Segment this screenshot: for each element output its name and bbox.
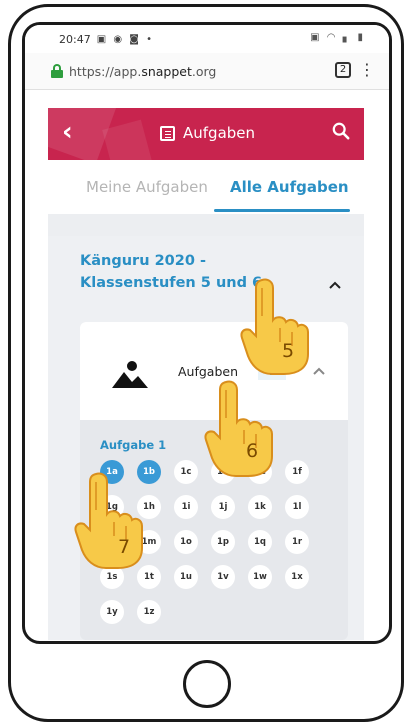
subtask-pill-1k[interactable]: 1k <box>248 495 272 519</box>
search-icon[interactable] <box>332 122 350 140</box>
tab-bar: Meine Aufgaben Alle Aufgaben <box>48 160 364 215</box>
url-text[interactable]: https://app.snappet.org <box>69 64 216 79</box>
chevron-up-icon[interactable] <box>328 278 342 292</box>
hint-number-6: 6 <box>246 440 259 462</box>
subtask-pill-1p[interactable]: 1p <box>211 530 235 554</box>
hand-pointer-icon <box>204 380 273 477</box>
subtask-pill-1x[interactable]: 1x <box>285 565 309 589</box>
lock-icon <box>51 64 63 78</box>
subtask-pill-1u[interactable]: 1u <box>174 565 198 589</box>
subtask-pill-1j[interactable]: 1j <box>211 495 235 519</box>
hand-pointer-icon <box>74 472 143 569</box>
subtask-pill-1z[interactable]: 1z <box>137 600 161 624</box>
url-suffix: .org <box>191 63 217 79</box>
notification-icons: ▣ ◉ ◙ • <box>96 33 155 45</box>
subtask-pill-1w[interactable]: 1w <box>248 565 272 589</box>
signal-battery-icons: ▣ ◠ ▖ ▮ <box>310 32 365 43</box>
hint-number-5: 5 <box>282 340 295 362</box>
subtask-pill-1y[interactable]: 1y <box>100 600 124 624</box>
app-header: ‹ Aufgaben <box>48 108 364 160</box>
subtask-pill-1v[interactable]: 1v <box>211 565 235 589</box>
image-icon <box>112 361 148 388</box>
hint-number-7: 7 <box>118 536 131 558</box>
header-title-group: Aufgaben <box>160 124 255 142</box>
header-title: Aufgaben <box>183 124 256 142</box>
active-tab-indicator <box>214 209 350 212</box>
subtask-pill-1q[interactable]: 1q <box>248 530 272 554</box>
tab-count-button[interactable]: 2 <box>335 62 351 78</box>
chevron-up-icon[interactable] <box>312 364 326 378</box>
subtask-pill-1c[interactable]: 1c <box>174 460 198 484</box>
subtask-pill-1o[interactable]: 1o <box>174 530 198 554</box>
overflow-menu-icon[interactable]: ⋮ <box>359 61 375 79</box>
assignment-label: Aufgaben <box>178 364 239 379</box>
subtask-pill-1f[interactable]: 1f <box>285 460 309 484</box>
subtask-pill-1l[interactable]: 1l <box>285 495 309 519</box>
address-bar[interactable]: https://app.snappet.org 2 ⋮ <box>25 53 389 90</box>
subtask-pill-1r[interactable]: 1r <box>285 530 309 554</box>
tab-my-tasks[interactable]: Meine Aufgaben <box>86 178 208 196</box>
status-time: 20:47 <box>59 32 91 46</box>
tab-all-tasks[interactable]: Alle Aufgaben <box>230 178 349 196</box>
task-title: Aufgabe 1 <box>100 438 167 452</box>
hand-pointer-icon <box>240 278 309 375</box>
subtask-pill-1i[interactable]: 1i <box>174 495 198 519</box>
status-bar: 20:47 ▣ ◉ ◙ • ▣ ◠ ▖ ▮ <box>25 25 389 53</box>
home-button[interactable] <box>183 660 231 708</box>
back-button[interactable]: ‹ <box>62 118 73 146</box>
list-icon <box>160 125 175 141</box>
spacer <box>48 214 364 236</box>
url-domain: snappet <box>141 63 192 79</box>
url-prefix: https://app. <box>69 63 142 79</box>
